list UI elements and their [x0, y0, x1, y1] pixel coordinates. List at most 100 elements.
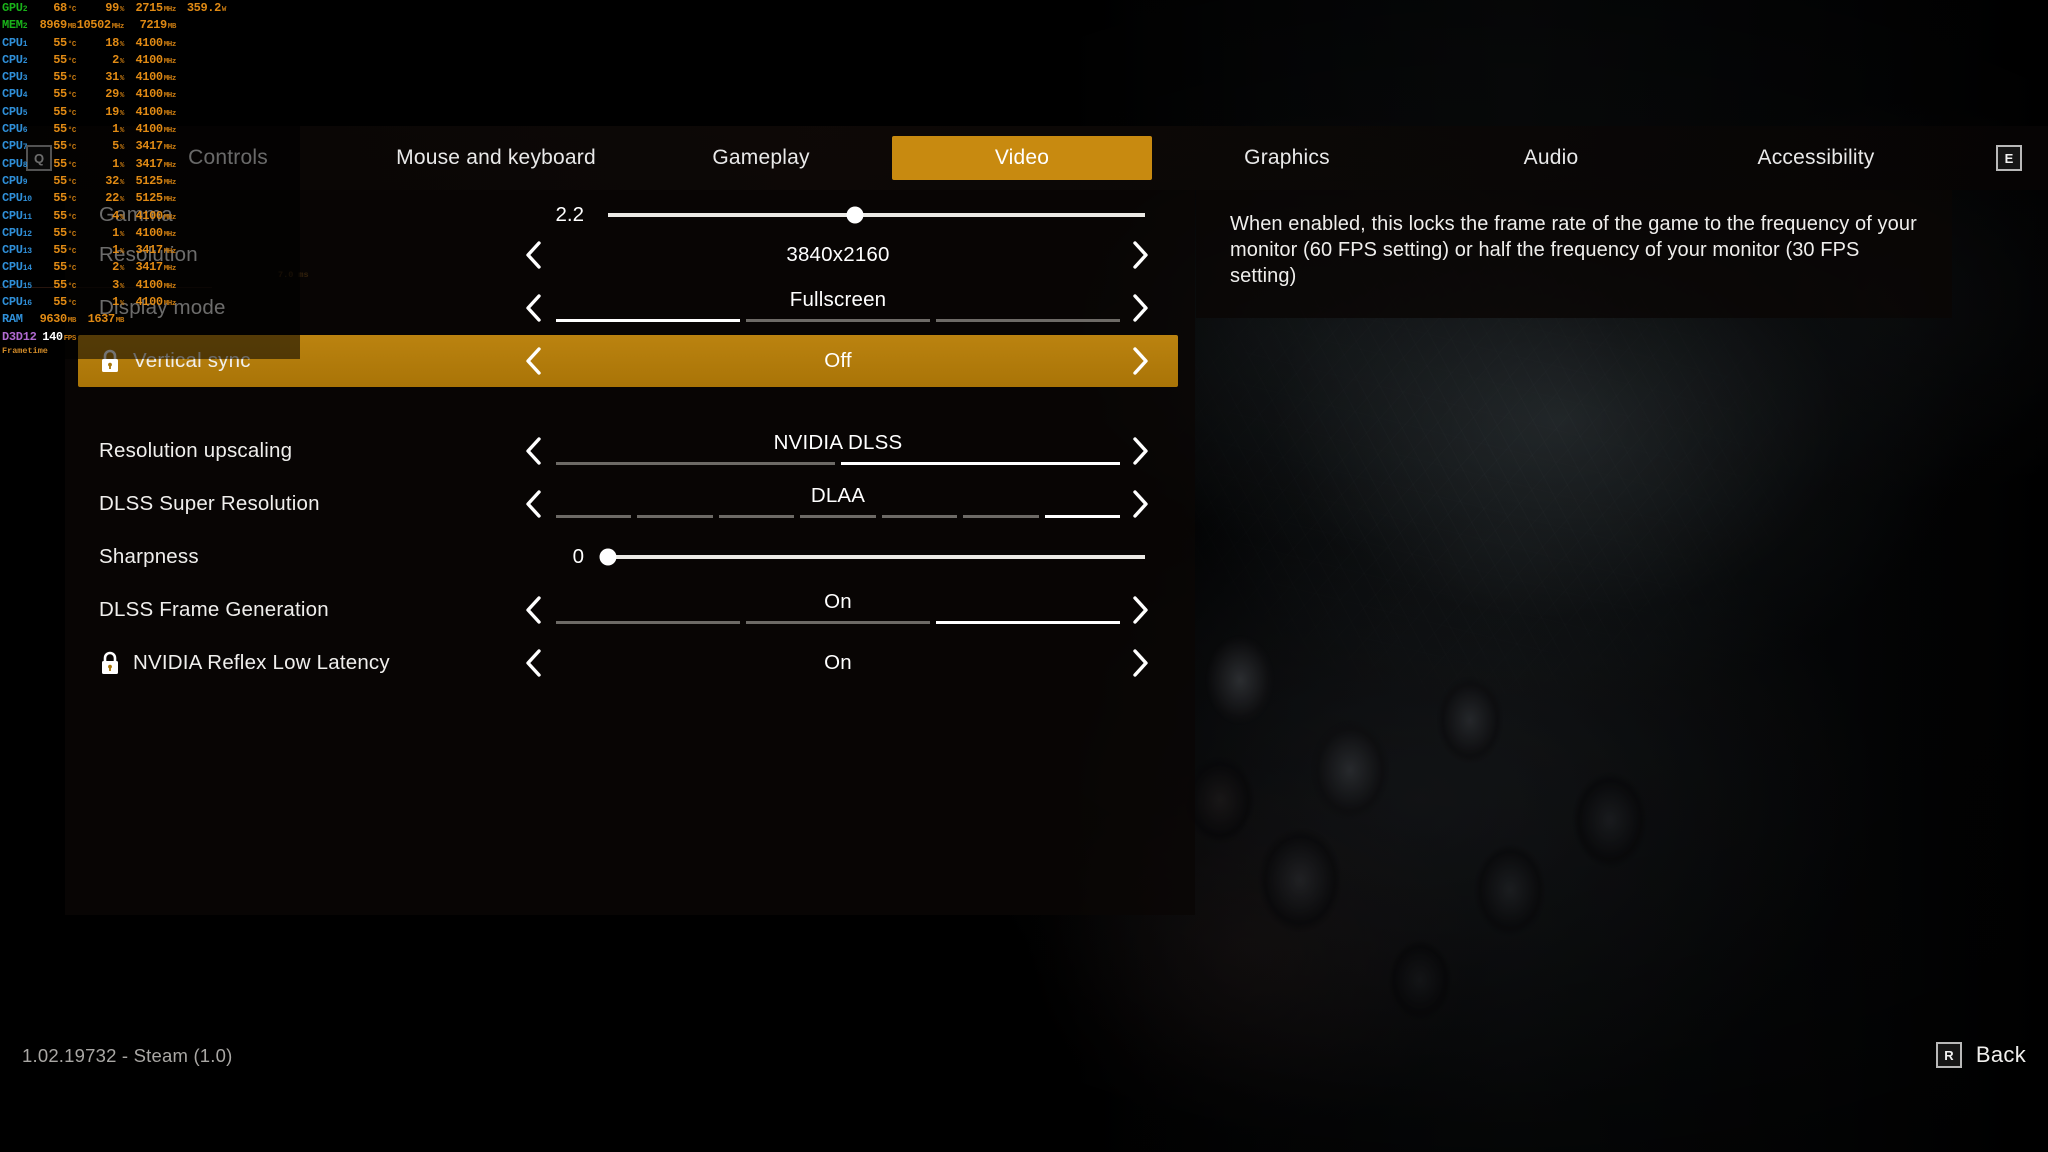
hw-row: CPU855°C1%3417MHz [0, 156, 300, 173]
chevron-left-icon[interactable] [521, 593, 547, 627]
hw-row-index: 2 [23, 57, 28, 66]
hw-row: CPU955°C32%5125MHz [0, 173, 300, 190]
hw-unit: MHz [164, 231, 176, 239]
chevron-left-icon[interactable] [521, 434, 547, 468]
hw-unit: MHz [164, 162, 176, 170]
hw-unit: MB [116, 317, 124, 325]
setting-segments [556, 462, 1120, 466]
back-label: Back [1976, 1042, 2026, 1068]
hw-row-index: 9 [23, 178, 28, 187]
hw-unit: °C [68, 248, 76, 256]
slider-knob[interactable] [847, 207, 864, 224]
hw-row-label: CPU8 [0, 156, 38, 174]
slider-track[interactable] [608, 555, 1145, 559]
hw-unit: °C [68, 231, 76, 239]
hw-unit: MHz [164, 6, 176, 14]
setting-label: Resolution upscaling [99, 439, 292, 463]
chevron-left-icon[interactable] [521, 344, 547, 378]
hw-row-label: CPU5 [0, 104, 38, 122]
tab-graphics[interactable]: Graphics [1167, 136, 1407, 180]
hw-unit: MHz [164, 92, 176, 100]
tab-accessibility[interactable]: Accessibility [1686, 136, 1946, 180]
version-label: 1.02.19732 - Steam (1.0) [22, 1045, 232, 1067]
hw-value: 4100MHz [124, 294, 176, 313]
hw-unit: MHz [164, 41, 176, 49]
hw-unit: MHz [164, 179, 176, 187]
segment [746, 621, 930, 624]
back-keycap[interactable]: R [1936, 1042, 1962, 1068]
slider-track[interactable] [608, 213, 1145, 217]
hw-row-index: 12 [23, 230, 32, 239]
segment [882, 515, 957, 518]
tab-audio[interactable]: Audio [1451, 136, 1651, 180]
setting-row-dlss-frame-generation[interactable]: DLSS Frame GenerationOn [78, 584, 1178, 636]
setting-row-dlss-super-resolution[interactable]: DLSS Super ResolutionDLAA [78, 478, 1178, 530]
hw-unit: °C [68, 144, 76, 152]
segment [963, 515, 1038, 518]
setting-row-sharpness[interactable]: Sharpness0 [78, 531, 1178, 583]
hw-row: RAM9630MB1637MB [0, 311, 300, 328]
hw-unit: °C [68, 6, 76, 14]
setting-label-group: DLSS Super Resolution [78, 492, 498, 516]
hw-unit: °C [68, 179, 76, 187]
hw-unit: °C [68, 196, 76, 204]
hw-unit: MHz [164, 144, 176, 152]
hw-unit: MHz [164, 196, 176, 204]
hw-value: 1637MB [76, 311, 124, 330]
hw-row-index: 3 [23, 74, 28, 83]
hw-row: CPU1555°C3%4100MHz [0, 277, 300, 294]
segment [637, 515, 712, 518]
hw-row-label: CPU4 [0, 86, 38, 104]
hw-row-label: CPU11 [0, 208, 38, 226]
chevron-right-icon[interactable] [1127, 344, 1153, 378]
chevron-right-icon[interactable] [1127, 291, 1153, 325]
chevron-left-icon[interactable] [521, 487, 547, 521]
chevron-right-icon[interactable] [1127, 593, 1153, 627]
tab-video[interactable]: Video [892, 136, 1152, 180]
hw-unit: MHz [164, 248, 176, 256]
hw-row: MEM28969MB10502MHz7219MB [0, 17, 300, 34]
hw-row-index: 7 [23, 143, 28, 152]
chevron-left-icon[interactable] [521, 646, 547, 680]
slider[interactable]: 2.2 [498, 203, 1178, 227]
setting-control: 3840x2160 [498, 229, 1178, 281]
setting-label-group: NVIDIA Reflex Low Latency [78, 651, 498, 675]
chevron-left-icon[interactable] [521, 291, 547, 325]
slider-knob[interactable] [600, 549, 617, 566]
setting-row-nvidia-reflex-low-latency[interactable]: NVIDIA Reflex Low LatencyOn [78, 637, 1178, 689]
hw-unit: °C [68, 110, 76, 118]
chevron-left-icon[interactable] [521, 238, 547, 272]
hw-unit: MHz [164, 265, 176, 273]
tab-mouse-and-keyboard[interactable]: Mouse and keyboard [346, 136, 646, 180]
hw-row-label: MEM2 [0, 17, 38, 35]
hw-unit: °C [68, 265, 76, 273]
setting-value: NVIDIA DLSS [498, 431, 1178, 455]
segment [936, 621, 1120, 625]
back-action[interactable]: R Back [1936, 1042, 2026, 1068]
slider[interactable]: 0 [498, 545, 1178, 569]
setting-segments [556, 515, 1120, 519]
chevron-right-icon[interactable] [1127, 238, 1153, 272]
hw-unit: °C [68, 127, 76, 135]
chevron-right-icon[interactable] [1127, 487, 1153, 521]
chevron-right-icon[interactable] [1127, 646, 1153, 680]
setting-control: Fullscreen [498, 282, 1178, 334]
hw-unit: FPS [64, 335, 76, 343]
segment [936, 319, 1120, 322]
hw-frametime-label: Frametime [0, 346, 300, 357]
tab-gameplay[interactable]: Gameplay [641, 136, 881, 180]
hw-unit: °C [68, 41, 76, 49]
slider-value: 2.2 [498, 203, 584, 227]
segment [841, 462, 1120, 466]
next-tab-keycap[interactable]: E [1996, 145, 2022, 171]
hw-row-label: RAM [0, 311, 38, 328]
setting-row-resolution-upscaling[interactable]: Resolution upscaling NVIDIA DLSS [78, 425, 1178, 477]
hw-unit: MB [68, 23, 76, 31]
hw-row: CPU1655°C1%4100MHz [0, 294, 300, 311]
hw-row-index: 5 [23, 109, 28, 118]
hw-row-index: 2 [23, 5, 28, 14]
setting-value: Off [498, 349, 1178, 373]
chevron-right-icon[interactable] [1127, 434, 1153, 468]
setting-description-text: When enabled, this locks the frame rate … [1230, 211, 1928, 289]
hw-row-label: CPU1 [0, 35, 38, 53]
